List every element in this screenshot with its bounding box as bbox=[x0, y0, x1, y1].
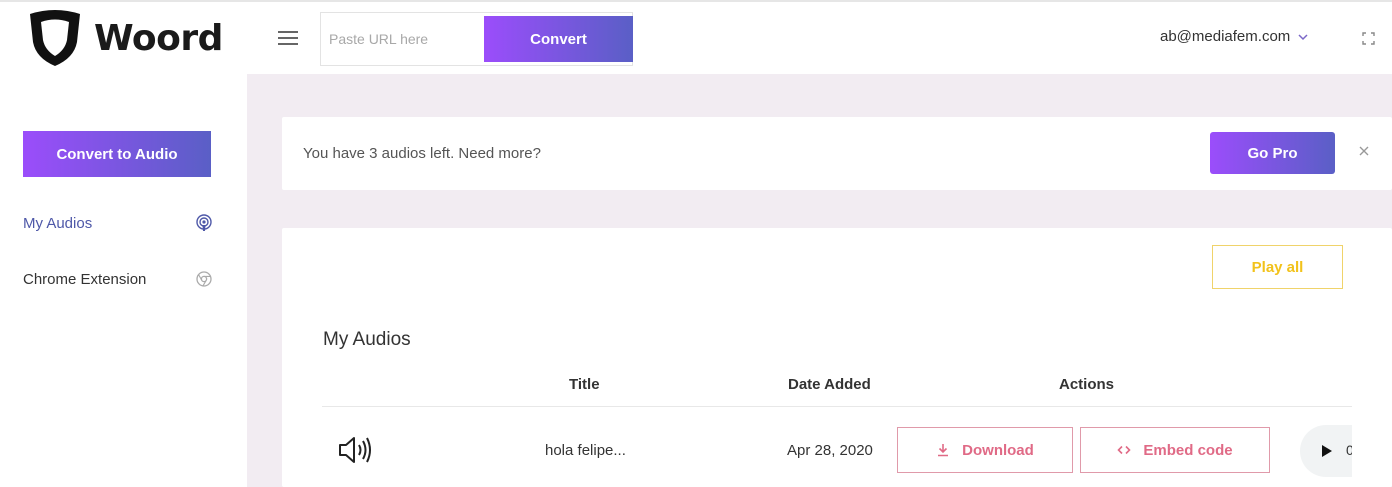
play-icon[interactable] bbox=[1321, 444, 1333, 458]
sidebar: Convert to Audio My Audios Chrome Extens… bbox=[0, 74, 247, 487]
column-header-title: Title bbox=[569, 376, 600, 393]
convert-to-audio-button[interactable]: Convert to Audio bbox=[23, 131, 211, 177]
audio-title[interactable]: hola felipe... bbox=[545, 442, 626, 459]
convert-button[interactable]: Convert bbox=[484, 16, 633, 62]
chevron-down-icon bbox=[1298, 33, 1308, 40]
shield-logo-icon bbox=[30, 10, 80, 66]
fullscreen-icon[interactable] bbox=[1362, 32, 1375, 45]
user-email: ab@mediafem.com bbox=[1160, 28, 1291, 45]
download-button[interactable]: Download bbox=[897, 427, 1073, 473]
download-label: Download bbox=[962, 441, 1034, 459]
audios-card: Play all My Audios Title Date Added Acti… bbox=[282, 228, 1392, 487]
player-time: 0 bbox=[1346, 442, 1352, 458]
podcast-icon bbox=[196, 214, 212, 231]
speaker-icon bbox=[339, 437, 371, 463]
url-convert-form: Convert bbox=[320, 12, 633, 66]
url-input[interactable] bbox=[321, 13, 483, 65]
top-header: Woord Convert ab@mediafem.com bbox=[0, 2, 1392, 74]
chrome-icon bbox=[196, 271, 212, 287]
table-divider bbox=[322, 406, 1352, 407]
sidebar-item-chrome-extension[interactable]: Chrome Extension bbox=[23, 267, 213, 291]
column-header-actions: Actions bbox=[1059, 376, 1115, 393]
main-content: You have 3 audios left. Need more? Go Pr… bbox=[247, 74, 1392, 487]
go-pro-button[interactable]: Go Pro bbox=[1210, 132, 1335, 174]
audio-date: Apr 28, 2020 bbox=[787, 442, 873, 459]
user-menu[interactable]: ab@mediafem.com bbox=[1160, 28, 1308, 45]
alert-message: You have 3 audios left. Need more? bbox=[303, 145, 541, 162]
play-all-button[interactable]: Play all bbox=[1212, 245, 1343, 289]
menu-toggle-icon[interactable] bbox=[278, 31, 298, 45]
sidebar-item-my-audios[interactable]: My Audios bbox=[23, 211, 213, 235]
logo-text: Woord bbox=[94, 17, 223, 59]
logo[interactable]: Woord bbox=[26, 8, 223, 68]
code-icon bbox=[1117, 445, 1132, 455]
close-icon[interactable] bbox=[1357, 144, 1371, 158]
section-title: My Audios bbox=[323, 329, 411, 350]
sidebar-item-label: Chrome Extension bbox=[23, 270, 147, 288]
column-header-date: Date Added bbox=[788, 376, 871, 393]
embed-code-button[interactable]: Embed code bbox=[1080, 427, 1270, 473]
embed-label: Embed code bbox=[1143, 441, 1233, 459]
sidebar-item-label: My Audios bbox=[23, 214, 93, 232]
quota-alert: You have 3 audios left. Need more? Go Pr… bbox=[282, 117, 1392, 190]
audio-player[interactable]: 0 bbox=[1300, 425, 1352, 477]
download-icon bbox=[938, 444, 949, 457]
